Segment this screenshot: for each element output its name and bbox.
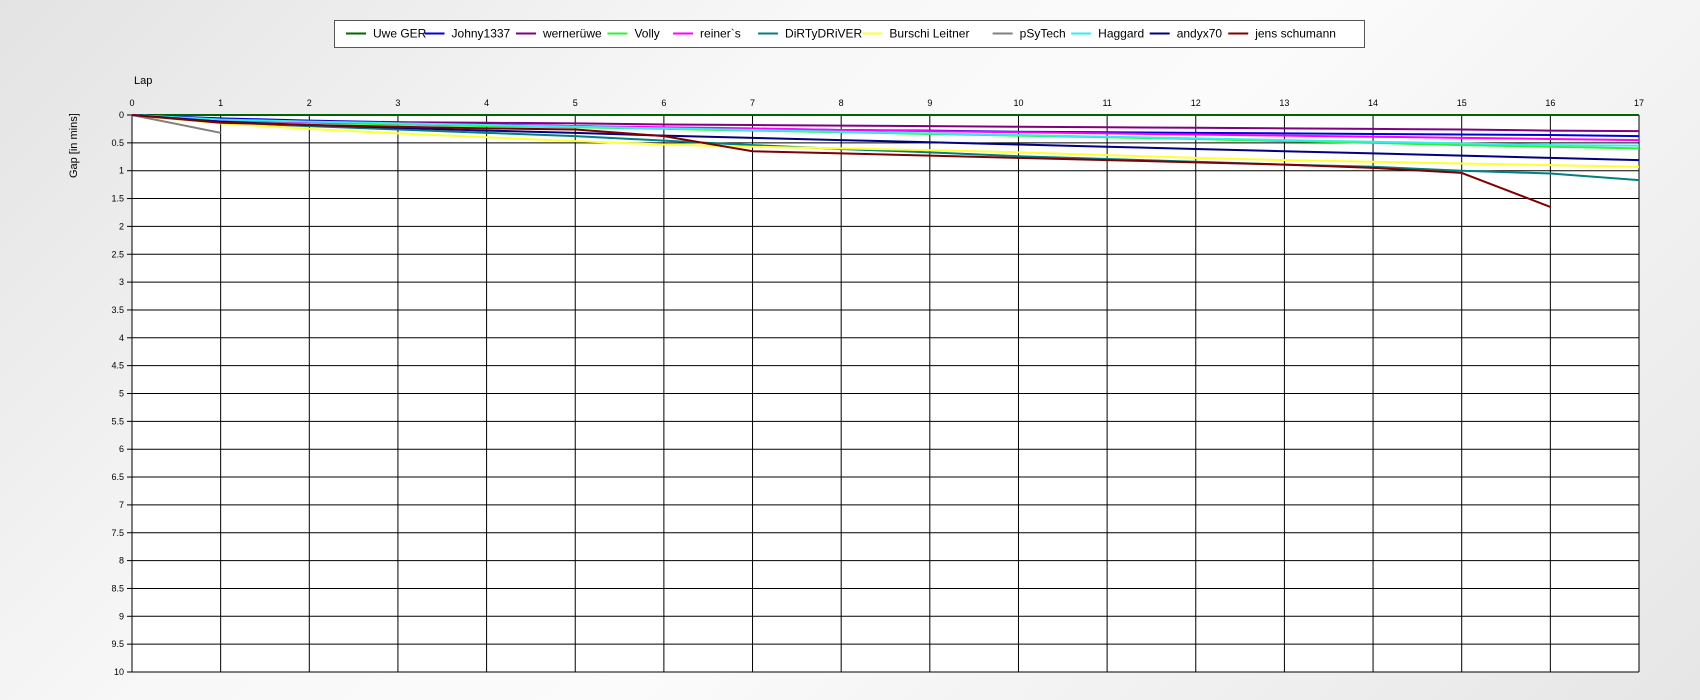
x-tick-label: 7 xyxy=(750,98,755,108)
x-tick-label: 13 xyxy=(1279,98,1289,108)
y-tick-label: 5.5 xyxy=(111,416,124,426)
legend-label: pSyTech xyxy=(1020,27,1066,41)
y-tick-label: 6.5 xyxy=(111,472,124,482)
legend-label: Burschi Leitner xyxy=(889,27,969,41)
x-tick-label: 2 xyxy=(307,98,312,108)
chart-canvas: 0 1 2 3 4 5 6 7 8 9 10 11 12 13 14 15 16 1700.511.522.533… xyxy=(68,20,1644,677)
x-tick-label: 5 xyxy=(573,98,578,108)
x-tick-label: 17 xyxy=(1634,98,1644,108)
y-tick-label: 7 xyxy=(119,500,124,510)
y-axis-title: Gap [in mins] xyxy=(68,113,80,178)
y-tick-label: 9.5 xyxy=(111,639,124,649)
legend-label: Haggard xyxy=(1098,27,1144,41)
legend-label: Johny1337 xyxy=(452,27,511,41)
gap-chart: 0 1 2 3 4 5 6 7 8 9 10 11 12 13 14 15 16 17 0 0.5 1 1.5 2 2.5 3 3… xyxy=(0,0,1700,700)
x-tick-label: 11 xyxy=(1102,98,1111,108)
y-tick-label: 7.5 xyxy=(111,528,124,538)
x-tick-label: 0 xyxy=(129,98,134,108)
x-tick-label: 16 xyxy=(1545,98,1555,108)
y-tick-label: 5 xyxy=(119,389,124,399)
x-tick-label: 15 xyxy=(1457,98,1467,108)
y-tick-label: 1.5 xyxy=(111,194,124,204)
y-tick-label: 10 xyxy=(114,667,124,677)
legend-label: DiRTyDRiVER xyxy=(785,27,862,41)
y-tick-label: 8 xyxy=(119,556,124,566)
y-tick-label: 2.5 xyxy=(111,249,124,259)
y-tick-label: 3 xyxy=(119,277,124,287)
y-tick-label: 8.5 xyxy=(111,583,124,593)
y-tick-label: 4.5 xyxy=(111,361,124,371)
x-axis-title: Lap xyxy=(134,75,152,87)
y-tick-label: 0 xyxy=(119,110,124,120)
x-tick-label: 10 xyxy=(1013,98,1023,108)
y-tick-label: 2 xyxy=(119,221,124,231)
y-tick-label: 1 xyxy=(119,166,124,176)
legend-label: andyx70 xyxy=(1177,27,1223,41)
legend-label: Volly xyxy=(634,27,659,41)
x-tick-label: 6 xyxy=(661,98,666,108)
x-tick-label: 12 xyxy=(1191,98,1201,108)
y-tick-label: 3.5 xyxy=(111,305,124,315)
y-tick-label: 9 xyxy=(119,611,124,621)
x-tick-label: 1 xyxy=(218,98,223,108)
x-tick-label: 9 xyxy=(927,98,932,108)
legend-label: Uwe GER xyxy=(373,27,427,41)
x-tick-label: 3 xyxy=(395,98,400,108)
y-tick-label: 4 xyxy=(119,333,124,343)
legend-label: jens schumann xyxy=(1254,27,1336,41)
x-tick-label: 8 xyxy=(839,98,844,108)
y-tick-label: 6 xyxy=(119,444,124,454)
y-tick-label: 0.5 xyxy=(111,138,124,148)
x-tick-label: 14 xyxy=(1368,98,1378,108)
legend-label: reiner`s xyxy=(700,27,741,41)
x-tick-label: 4 xyxy=(484,98,489,108)
legend-label: wernerüwe xyxy=(542,27,602,41)
